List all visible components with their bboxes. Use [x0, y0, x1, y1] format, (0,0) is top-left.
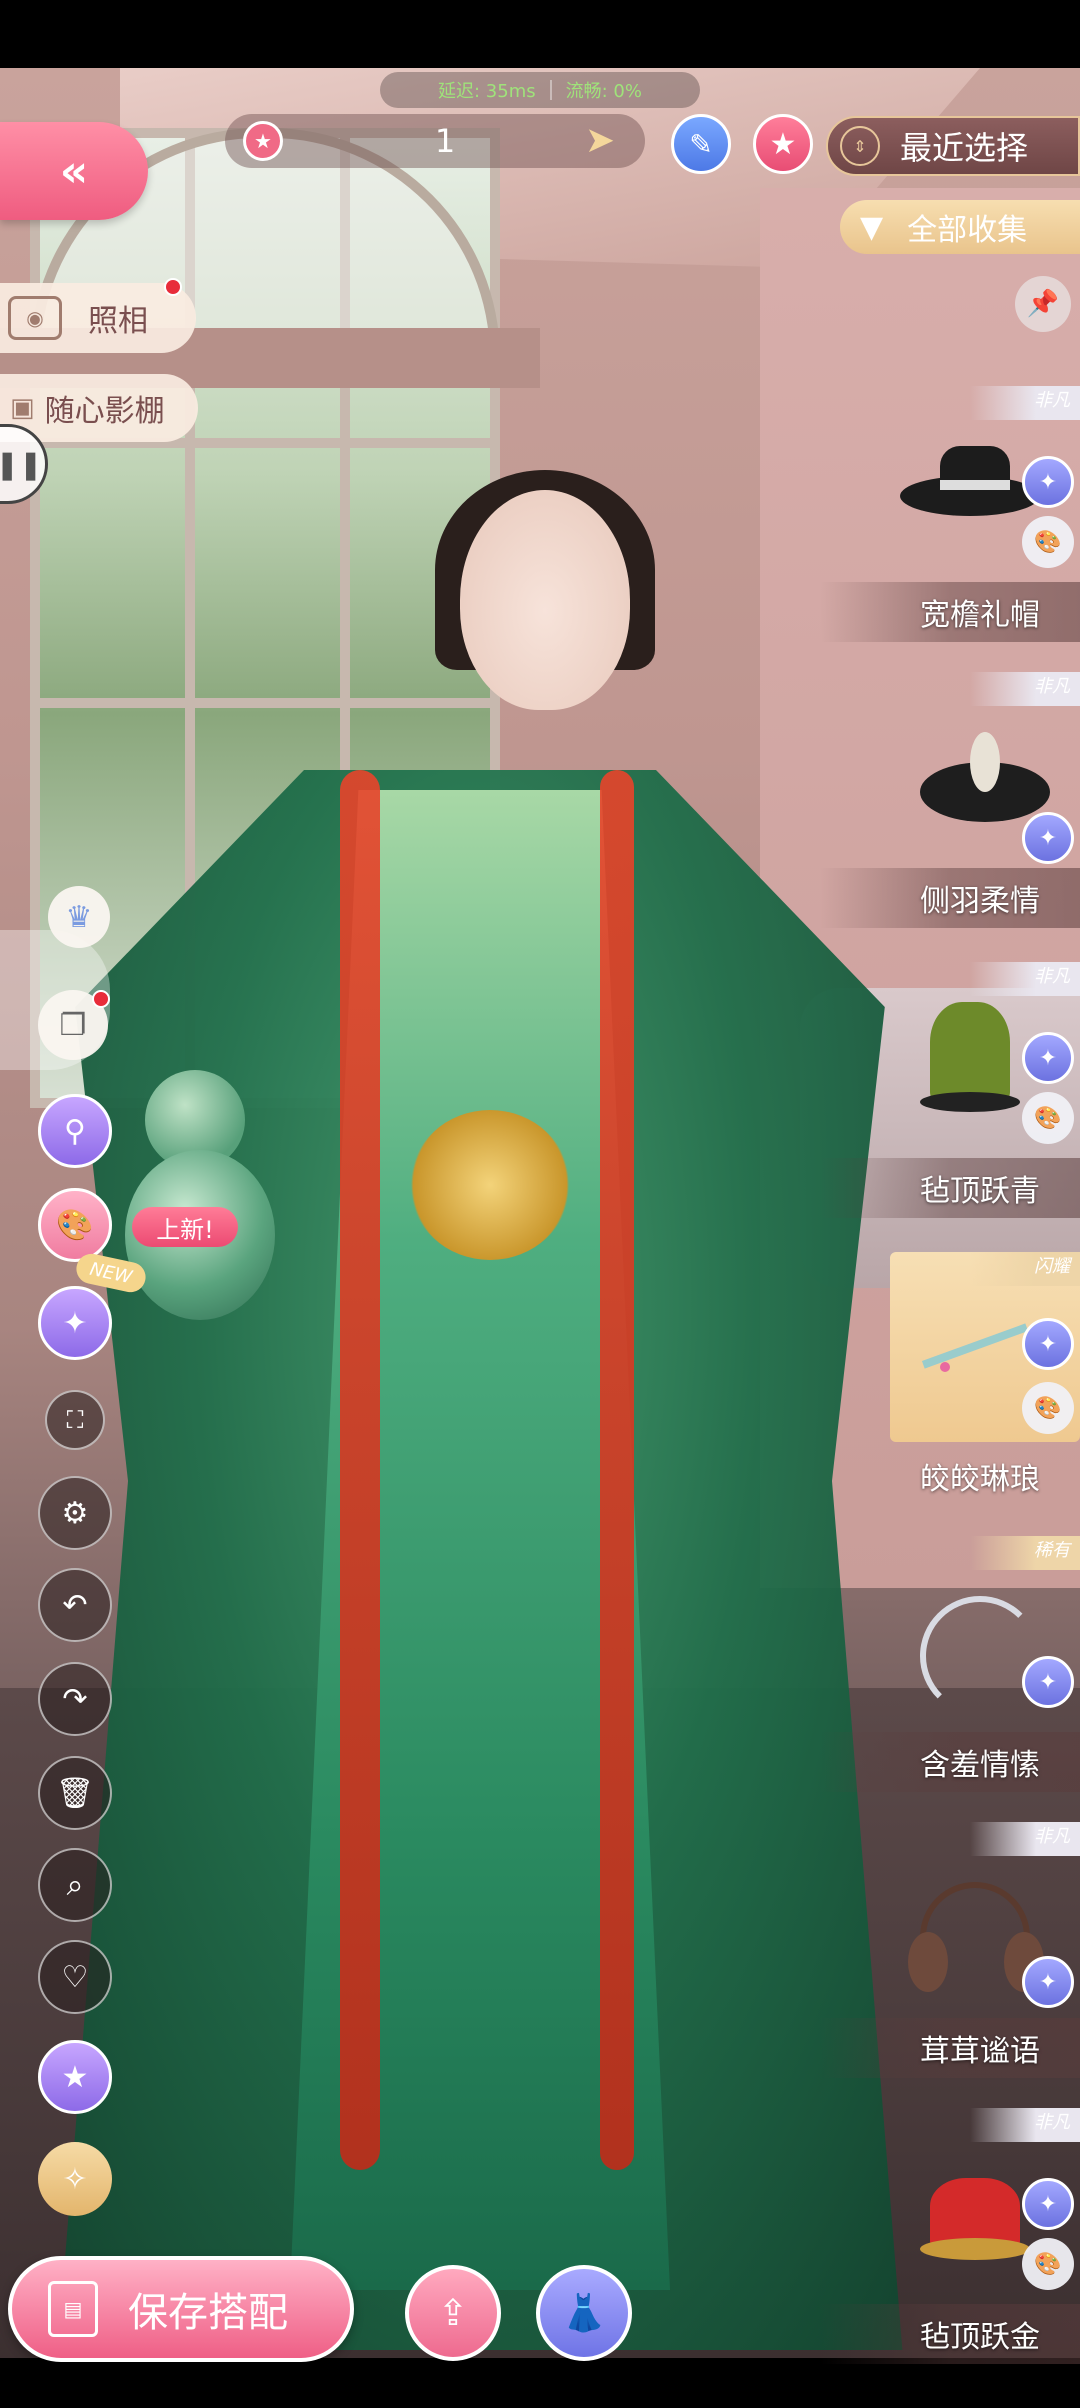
box-icon: ▣	[10, 393, 35, 423]
item-name: 含羞情愫	[920, 1748, 1040, 1783]
star-icon: ★	[61, 2059, 89, 2095]
notification-dot	[164, 278, 182, 296]
divider	[549, 80, 552, 100]
gear-icon: ⚙	[61, 1495, 89, 1531]
share-button[interactable]: ⇪	[405, 2265, 501, 2361]
expand-icon: ⛶	[66, 1406, 84, 1434]
dye-palette-button[interactable]: 🎨	[1022, 516, 1074, 568]
delete-button[interactable]: 🗑	[38, 1756, 112, 1830]
search-button[interactable]: ⌕	[38, 1848, 112, 1922]
list-item[interactable]: 非凡 ✦ 🎨 毡顶跃青	[820, 962, 1080, 1218]
pin-icon: 📌	[1026, 289, 1060, 319]
sparkle-icon: ✧	[62, 2161, 88, 2197]
dye-palette-button[interactable]: 🎨	[1022, 1092, 1074, 1144]
red-sash	[340, 770, 380, 2170]
share-icon: ⇪	[437, 2292, 469, 2334]
list-item-selected[interactable]: 闪耀 ✦ 🎨 皎皎琳琅	[880, 1252, 1080, 1502]
style-badge[interactable]: ✦	[1022, 1032, 1074, 1084]
layers-icon: ❐	[59, 1007, 87, 1043]
pause-icon: ❚❚	[0, 447, 43, 481]
gold-belt-ornament	[410, 1110, 570, 1260]
style-badge[interactable]: ✦	[1022, 2178, 1074, 2230]
star-sparkle-icon: ✦	[62, 1305, 88, 1341]
outfit-tool-button[interactable]: ♛	[48, 886, 110, 948]
item-name: 皎皎琳琅	[920, 1462, 1040, 1497]
settings-button[interactable]: ⚙	[38, 1476, 112, 1550]
favorite-star-button[interactable]: ★	[753, 114, 813, 174]
magic-search-button[interactable]: ⚲	[38, 1094, 112, 1168]
style-badge[interactable]: ✦	[1022, 456, 1074, 508]
next-arrow-icon[interactable]: ➤	[585, 120, 615, 161]
studio-label: 随心影棚	[44, 394, 165, 429]
style-badge[interactable]: ✦	[1022, 1318, 1074, 1370]
list-item[interactable]: 非凡 ✦ 侧羽柔情	[820, 672, 1080, 928]
edit-pen-button[interactable]: ✎	[671, 114, 731, 174]
trash-icon: 🗑	[55, 1775, 95, 1811]
palette-icon: 🎨	[56, 1207, 94, 1243]
item-name: 宽檐礼帽	[920, 598, 1040, 633]
stutter-text: 流畅: 0%	[565, 81, 642, 102]
item-name: 侧羽柔情	[920, 884, 1040, 919]
save-label: 保存搭配	[128, 2290, 288, 2336]
crown-icon: ♛	[65, 899, 93, 935]
item-name: 毡顶跃青	[920, 1174, 1040, 1209]
save-icon: ▤	[48, 2281, 98, 2337]
star-effect-button[interactable]: ✦	[38, 1286, 112, 1360]
dye-palette-button[interactable]: 🎨	[1022, 1382, 1074, 1434]
headband-thumbnail	[880, 1556, 1080, 1736]
sparkle-button[interactable]: ✧	[38, 2142, 112, 2216]
notification-dot	[92, 990, 110, 1008]
collection-filter-dropdown[interactable]: ▼ 全部收集	[840, 200, 1080, 254]
triangle-down-icon: ▼	[860, 209, 884, 245]
item-name: 茸茸谧语	[920, 2034, 1040, 2069]
list-item[interactable]: 稀有 ✦ 含羞情愫	[820, 1536, 1080, 1792]
wardrobe-button[interactable]: 👗	[536, 2265, 632, 2361]
undo-button[interactable]: ↶	[38, 1568, 112, 1642]
page-number: 1	[434, 122, 456, 160]
recent-selection-dropdown[interactable]: ⇕ 最近选择	[826, 116, 1080, 176]
redo-button[interactable]: ↷	[38, 1662, 112, 1736]
outfit-pager[interactable]: ★ 1 ➤	[225, 114, 645, 168]
item-name: 毡顶跃金	[920, 2320, 1040, 2355]
star-badge-button[interactable]: ★	[38, 2040, 112, 2114]
latency-text: 延迟: 35ms	[438, 81, 536, 102]
style-badge[interactable]: ✦	[1022, 1656, 1074, 1708]
back-button[interactable]: «	[0, 122, 148, 220]
redo-icon: ↷	[62, 1681, 88, 1717]
photo-label: 照相	[88, 304, 148, 339]
sort-updown-icon: ⇕	[840, 126, 880, 166]
save-outfit-button[interactable]: ▤ 保存搭配	[8, 2256, 354, 2362]
red-sash	[600, 770, 634, 2170]
star-icon: ★	[769, 126, 797, 162]
heart-icon: ♡	[61, 1959, 89, 1995]
pen-icon: ✎	[689, 127, 713, 161]
recent-label: 最近选择	[900, 129, 1029, 167]
character-model[interactable]	[40, 470, 920, 2350]
palette-button[interactable]: 🎨	[38, 1188, 112, 1262]
list-item[interactable]: 非凡 ✦ 茸茸谧语	[820, 1822, 1080, 2078]
collection-label: 全部收集	[907, 213, 1028, 248]
dye-palette-button[interactable]: 🎨	[1022, 2238, 1074, 2290]
face	[460, 490, 630, 710]
like-button[interactable]: ♡	[38, 1940, 112, 2014]
list-item[interactable]: 非凡 ✦ 🎨 毡顶跃金	[820, 2108, 1080, 2364]
undo-icon: ↶	[62, 1587, 88, 1623]
magnifier-sparkle-icon: ⚲	[64, 1113, 86, 1149]
camera-icon: ◉	[8, 296, 62, 340]
dress-icon: 👗	[561, 2293, 607, 2334]
style-badge[interactable]: ✦	[1022, 812, 1074, 864]
style-badge[interactable]: ✦	[1022, 1956, 1074, 2008]
fullscreen-button[interactable]: ⛶	[45, 1390, 105, 1450]
list-item[interactable]: 非凡 ✦ 🎨 宽檐礼帽	[820, 386, 1080, 642]
new-arrival-badge: 上新!	[132, 1207, 238, 1247]
search-icon: ⌕	[66, 1867, 84, 1903]
double-chevron-left-icon: «	[59, 145, 89, 197]
pin-button[interactable]: 📌	[1015, 276, 1071, 332]
star-icon: ★	[243, 121, 283, 161]
network-status: 延迟: 35ms 流畅: 0%	[380, 72, 700, 108]
